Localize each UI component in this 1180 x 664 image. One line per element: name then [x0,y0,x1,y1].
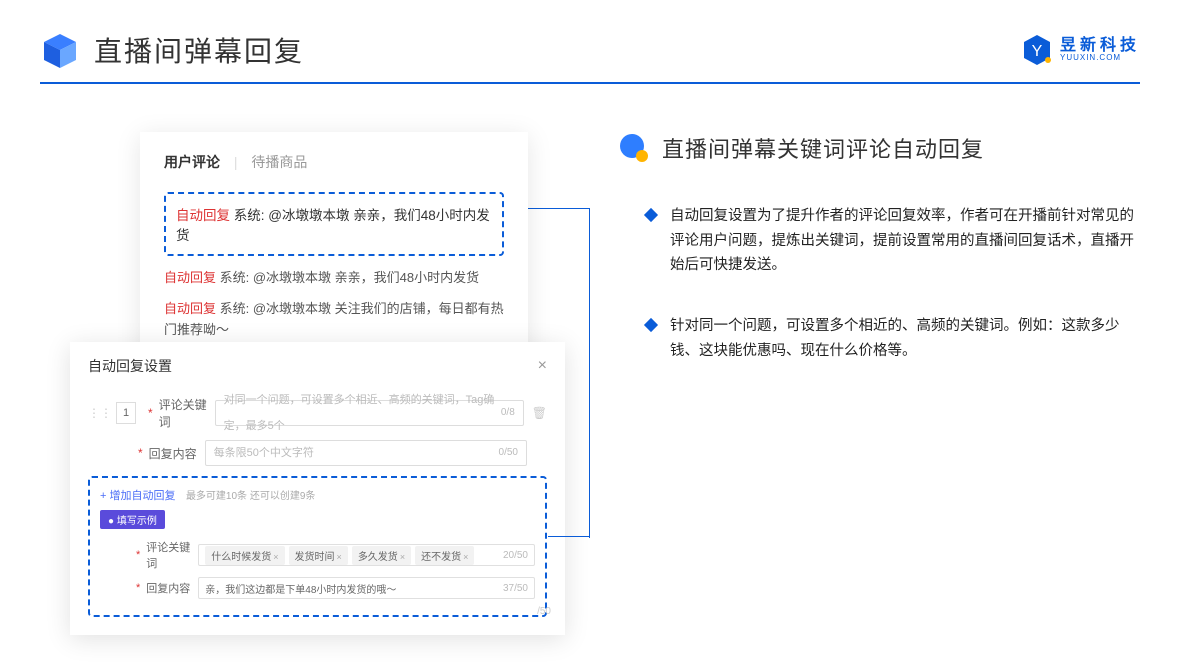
example-keyword-label: 评论关键词 [146,539,198,571]
brand-sub: YUUXIN.COM [1060,54,1140,62]
outer-counter: /50 [537,606,551,617]
reply-line: 自动回复 系统: @冰墩墩本墩 关注我们的店铺，每日都有热门推荐呦～ [164,299,504,341]
diamond-bullet-icon [644,208,658,222]
add-reply-link[interactable]: + 增加自动回复 [100,490,175,502]
keyword-tag[interactable]: 什么时候发货× [205,546,284,565]
example-content-label: 回复内容 [146,580,198,596]
settings-modal: 自动回复设置 × ⋮⋮ 1 * 评论关键词 对同一个问题，可设置多个相近、高频的… [70,342,565,635]
example-content-input[interactable]: 亲，我们这边都是下单48小时内发货的哦～ 37/50 [198,577,535,599]
keyword-tag[interactable]: 发货时间× [289,546,348,565]
highlighted-reply: 自动回复 系统: @冰墩墩本墩 亲亲，我们48小时内发货 [164,192,504,256]
tabs: 用户评论 | 待播商品 [164,152,504,184]
content-label: 回复内容 [149,445,205,462]
trash-icon[interactable]: 🗑 [532,406,547,420]
drag-handle-icon[interactable]: ⋮⋮ [88,406,112,420]
keyword-tag[interactable]: 还不发货× [415,546,474,565]
bullet-1: 自动回复设置为了提升作者的评论回复效率，作者可在开播前针对常见的评论用户问题，提… [670,204,1140,278]
brand-logo: Y 昱新科技 YUUXIN.COM [1020,33,1140,67]
tab-products[interactable]: 待播商品 [251,154,307,170]
auto-reply-label: 自动回复 [176,208,230,223]
reply-line: 自动回复 系统: @冰墩墩本墩 亲亲，我们48小时内发货 [164,268,504,289]
chat-bubble-icon [618,132,650,164]
keyword-label: 评论关键词 [159,396,215,430]
modal-title: 自动回复设置 [88,356,172,376]
example-badge: ● 填写示例 [100,510,165,529]
keyword-tag[interactable]: 多久发货× [352,546,411,565]
example-box: + 增加自动回复 最多可建10条 还可以创建9条 ● 填写示例 * 评论关键词 … [88,476,547,617]
keyword-input[interactable]: 对同一个问题，可设置多个相近、高频的关键词，Tag确定，最多5个 0/8 [215,400,524,426]
brand-name: 昱新科技 [1060,38,1140,54]
index-box: 1 [116,402,136,424]
page-title: 直播间弹幕回复 [94,30,304,70]
tab-comments[interactable]: 用户评论 [164,154,220,170]
svg-text:Y: Y [1032,43,1043,60]
bullet-2: 针对同一个问题，可设置多个相近的、高频的关键词。例如：这款多少钱、这块能优惠吗、… [670,314,1140,363]
add-hint: 最多可建10条 还可以创建9条 [186,491,315,502]
content-input[interactable]: 每条限50个中文字符 0/50 [205,440,527,466]
cube-icon [40,30,80,70]
diamond-bullet-icon [644,318,658,332]
connector-line-2 [548,536,590,537]
close-icon[interactable]: × [538,357,547,375]
example-keyword-input[interactable]: 什么时候发货×发货时间×多久发货×还不发货× 20/50 [198,544,535,566]
section-title: 直播间弹幕关键词评论自动回复 [662,132,984,164]
